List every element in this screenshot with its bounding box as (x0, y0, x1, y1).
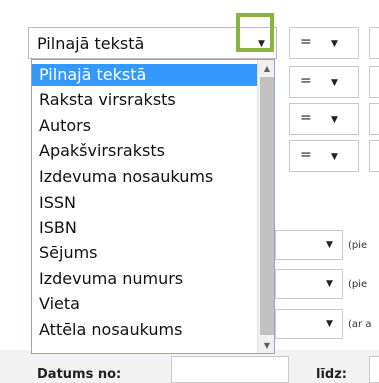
operator-select-2[interactable]: = ▼ (289, 66, 359, 98)
date-from-input[interactable] (171, 356, 289, 383)
filter-select-3[interactable]: ▼ (275, 309, 343, 339)
operator-value: = (300, 110, 312, 126)
date-from-label: Datums no: (37, 367, 122, 382)
date-to-input[interactable] (369, 356, 379, 383)
operator-value: = (300, 147, 312, 163)
value-input-1[interactable] (369, 27, 379, 59)
scroll-up-icon[interactable]: ▲ (258, 60, 274, 77)
filter-hint-2: (pie (348, 279, 368, 290)
filter-hint-1: (pie (348, 240, 368, 251)
filter-select-1[interactable]: ▼ (275, 230, 343, 260)
field-select-value: Pilnajā tekstā (37, 34, 145, 53)
dropdown-option-article-title[interactable]: Raksta virsraksts (32, 89, 257, 111)
dropdown-option-volume[interactable]: Sējums (32, 242, 257, 264)
chevron-down-icon[interactable]: ▼ (331, 153, 338, 162)
dropdown-option-publication-title[interactable]: Izdevuma nosaukums (32, 166, 257, 188)
dropdown-option-isbn[interactable]: ISBN (32, 217, 257, 239)
chevron-down-icon[interactable]: ▼ (326, 280, 333, 289)
operator-select-1[interactable]: = ▼ (289, 27, 359, 59)
chevron-down-icon[interactable]: ▼ (326, 241, 333, 250)
scroll-down-icon[interactable]: ▼ (258, 337, 274, 353)
dropdown-option-issn[interactable]: ISSN (32, 192, 257, 214)
filter-select-2[interactable]: ▼ (275, 269, 343, 299)
scrollbar-thumb[interactable] (260, 77, 274, 335)
chevron-down-icon[interactable]: ▼ (331, 116, 338, 125)
date-to-label: līdz: (316, 367, 347, 382)
field-dropdown-list[interactable]: Pilnajā tekstā Raksta virsraksts Autors … (31, 59, 275, 354)
value-input-3[interactable] (369, 103, 379, 135)
filter-hint-3: (ar a (348, 319, 372, 330)
operator-select-4[interactable]: = ▼ (289, 140, 359, 172)
dropdown-option-author[interactable]: Autors (32, 115, 257, 137)
dropdown-option-subtitle[interactable]: Apakšvirsraksts (32, 140, 257, 162)
chevron-down-icon[interactable]: ▼ (326, 320, 333, 329)
chevron-down-icon[interactable]: ▼ (331, 79, 338, 88)
dropdown-option-issue-number[interactable]: Izdevuma numurs (32, 268, 257, 290)
dropdown-option-full-text[interactable]: Pilnajā tekstā (32, 64, 257, 86)
dropdown-scrollbar[interactable]: ▲ ▼ (257, 60, 274, 353)
dropdown-option-image-title[interactable]: Attēla nosaukums (32, 319, 257, 341)
operator-select-3[interactable]: = ▼ (289, 103, 359, 135)
chevron-down-icon[interactable]: ▼ (331, 40, 338, 49)
operator-value: = (300, 34, 312, 50)
value-input-4[interactable] (369, 140, 379, 172)
dropdown-arrow-highlight (236, 13, 274, 52)
dropdown-option-place[interactable]: Vieta (32, 293, 257, 315)
operator-value: = (300, 73, 312, 89)
value-input-2[interactable] (369, 66, 379, 98)
